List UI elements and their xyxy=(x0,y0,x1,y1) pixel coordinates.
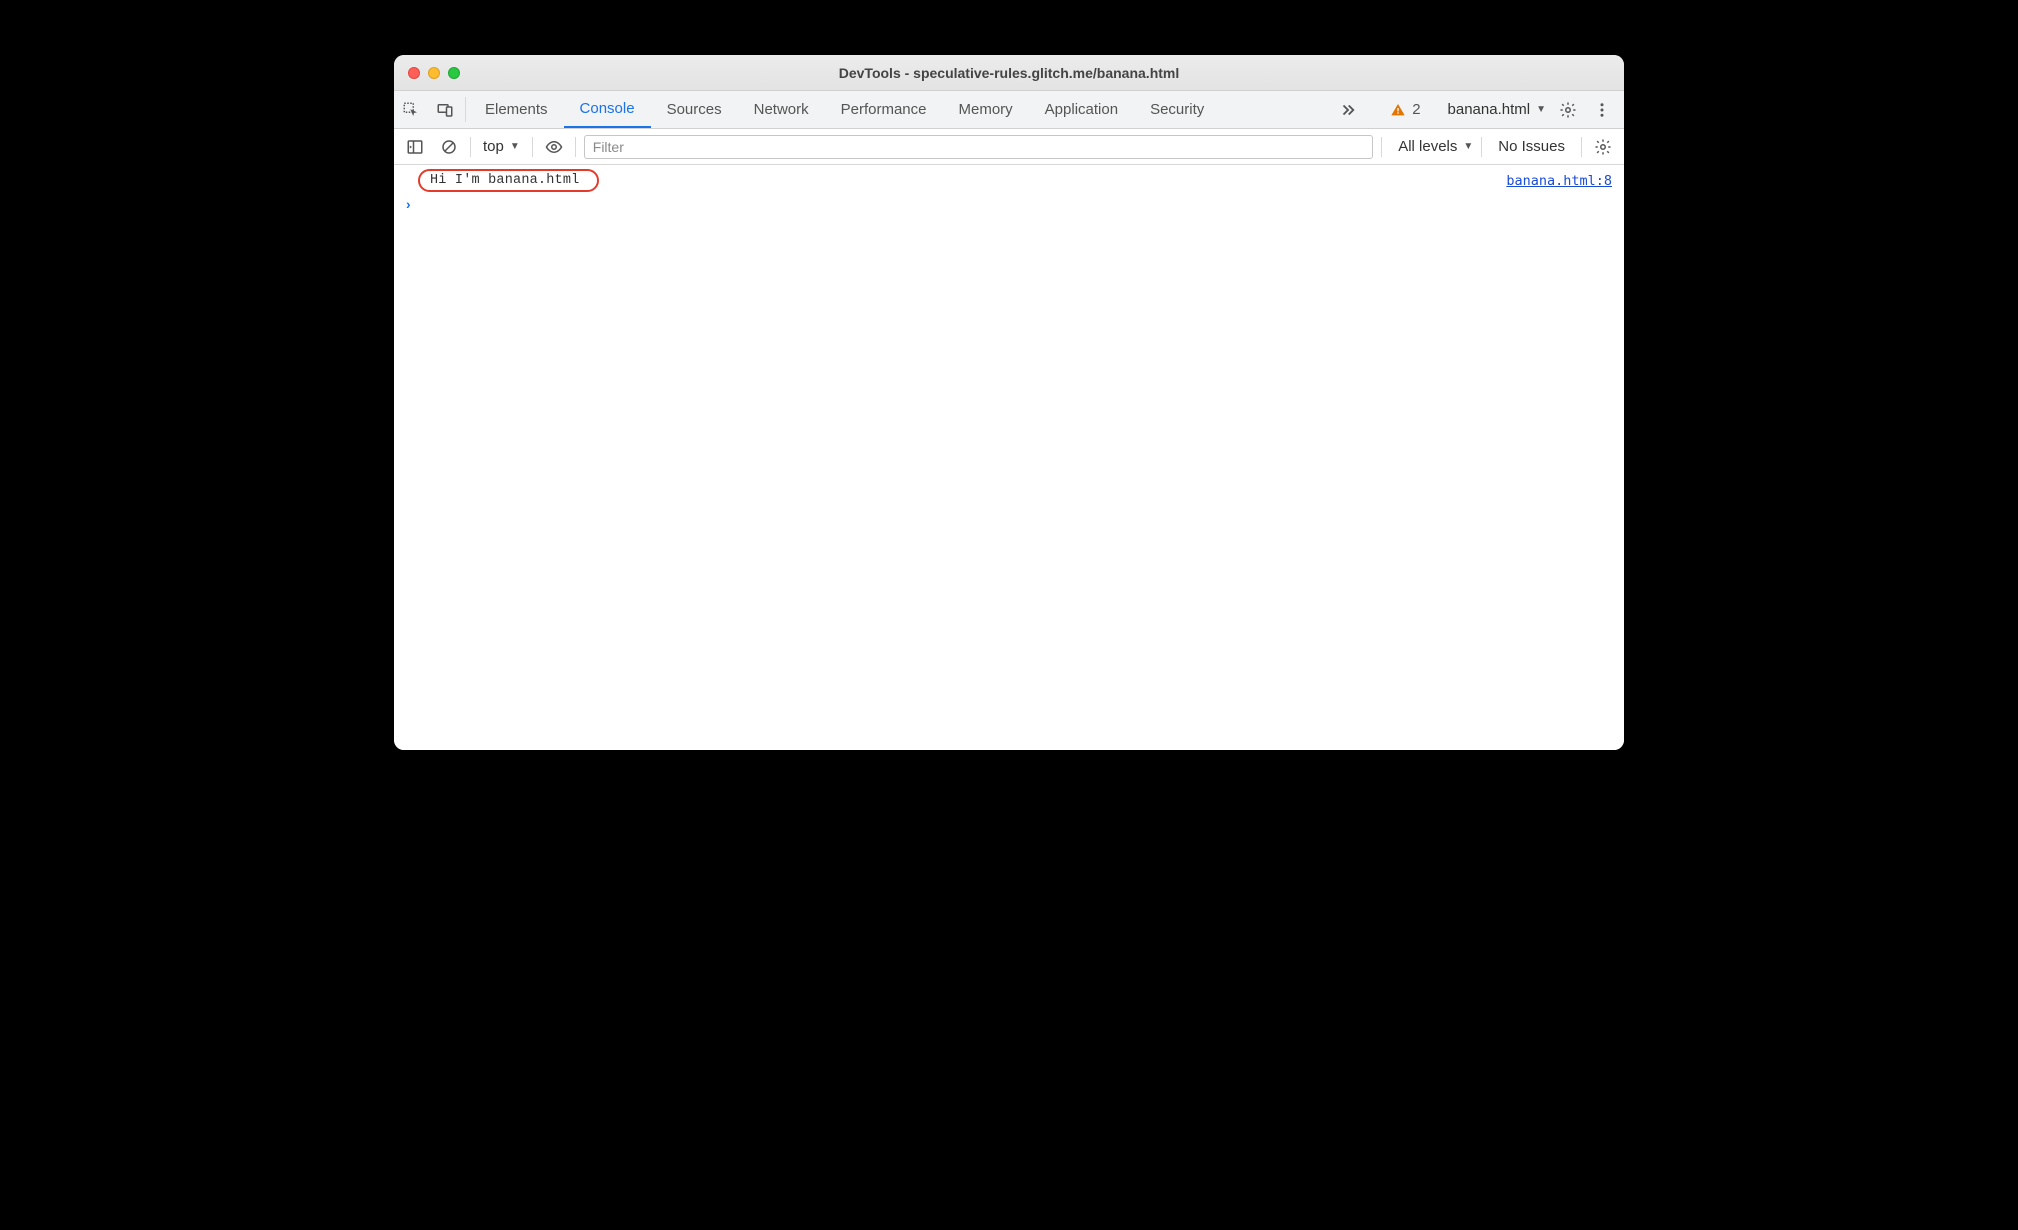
warnings-indicator[interactable]: 2 xyxy=(1390,101,1420,118)
separator xyxy=(532,137,533,157)
tab-label: Console xyxy=(580,100,635,117)
frame-selector-label: banana.html xyxy=(1448,101,1531,118)
frame-selector[interactable]: banana.html ▼ xyxy=(1448,101,1546,118)
tab-memory[interactable]: Memory xyxy=(943,91,1029,128)
log-levels-selector[interactable]: All levels ▼ xyxy=(1390,138,1473,155)
tab-elements[interactable]: Elements xyxy=(469,91,564,128)
titlebar: DevTools - speculative-rules.glitch.me/b… xyxy=(394,55,1624,91)
close-window-button[interactable] xyxy=(408,67,420,79)
live-expression-button[interactable] xyxy=(541,134,567,160)
more-tabs-button[interactable] xyxy=(1333,101,1363,119)
warning-count: 2 xyxy=(1412,101,1420,118)
tab-sources[interactable]: Sources xyxy=(651,91,738,128)
warning-icon xyxy=(1390,102,1406,118)
more-options-button[interactable] xyxy=(1590,101,1614,119)
tab-application[interactable]: Application xyxy=(1029,91,1134,128)
devtools-window: DevTools - speculative-rules.glitch.me/b… xyxy=(394,55,1624,750)
separator xyxy=(1581,137,1582,157)
separator xyxy=(470,137,471,157)
kebab-icon xyxy=(1593,101,1611,119)
chevron-down-icon: ▼ xyxy=(1536,104,1546,115)
separator xyxy=(465,97,466,122)
devtools-tabbar: Elements Console Sources Network Perform… xyxy=(394,91,1624,129)
console-prompt[interactable]: › xyxy=(394,196,1624,214)
chevron-down-icon: ▼ xyxy=(1463,141,1473,152)
levels-label: All levels xyxy=(1398,138,1457,155)
console-log-row: Hi I'm banana.html banana.html:8 xyxy=(394,165,1624,196)
panel-tabs: Elements Console Sources Network Perform… xyxy=(469,91,1220,128)
gear-icon xyxy=(1594,138,1612,156)
console-output[interactable]: Hi I'm banana.html banana.html:8 › xyxy=(394,165,1624,750)
settings-button[interactable] xyxy=(1556,101,1580,119)
tab-performance[interactable]: Performance xyxy=(825,91,943,128)
tab-network[interactable]: Network xyxy=(738,91,825,128)
separator xyxy=(1481,137,1482,157)
toggle-sidebar-button[interactable] xyxy=(402,134,428,160)
tab-label: Sources xyxy=(667,101,722,118)
inspect-element-button[interactable] xyxy=(394,91,428,128)
tab-label: Application xyxy=(1045,101,1118,118)
tab-label: Memory xyxy=(959,101,1013,118)
separator xyxy=(1381,137,1382,157)
tab-label: Performance xyxy=(841,101,927,118)
chevron-down-icon: ▼ xyxy=(510,141,520,152)
window-controls xyxy=(394,67,460,79)
tab-label: Security xyxy=(1150,101,1204,118)
tab-console[interactable]: Console xyxy=(564,91,651,128)
window-title: DevTools - speculative-rules.glitch.me/b… xyxy=(394,65,1624,81)
separator xyxy=(575,137,576,157)
console-toolbar: top ▼ All levels ▼ No Issues xyxy=(394,129,1624,165)
device-toolbar-button[interactable] xyxy=(428,91,462,128)
tab-label: Elements xyxy=(485,101,548,118)
filter-input[interactable] xyxy=(584,135,1373,159)
context-label: top xyxy=(483,138,504,155)
console-log-message: Hi I'm banana.html xyxy=(418,169,599,192)
issues-label: No Issues xyxy=(1498,138,1565,155)
tab-label: Network xyxy=(754,101,809,118)
console-log-source-link[interactable]: banana.html:8 xyxy=(1506,173,1612,189)
eye-icon xyxy=(545,138,563,156)
issues-button[interactable]: No Issues xyxy=(1490,138,1573,155)
tabbar-right: 2 banana.html ▼ xyxy=(1333,91,1624,128)
execution-context-selector[interactable]: top ▼ xyxy=(479,138,524,155)
minimize-window-button[interactable] xyxy=(428,67,440,79)
gear-icon xyxy=(1559,101,1577,119)
maximize-window-button[interactable] xyxy=(448,67,460,79)
tab-security[interactable]: Security xyxy=(1134,91,1220,128)
console-settings-button[interactable] xyxy=(1590,134,1616,160)
clear-console-button[interactable] xyxy=(436,134,462,160)
